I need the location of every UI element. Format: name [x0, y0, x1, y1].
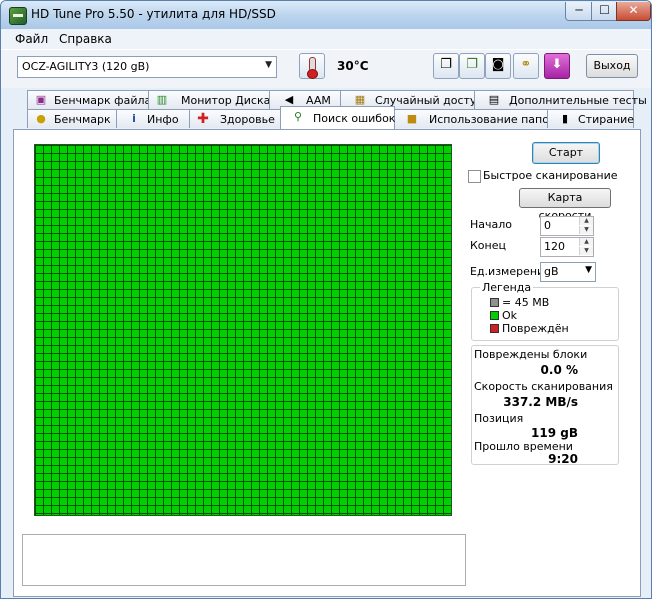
- speed-map-button[interactable]: Карта скорости: [519, 188, 611, 222]
- tab-label: Инфо: [147, 113, 179, 126]
- tab-label: Здоровье: [220, 113, 275, 126]
- speaker-icon: ◀: [284, 93, 294, 106]
- tab-info[interactable]: i Инфо: [116, 109, 190, 128]
- legend-group: Легенда = 45 MB Ok Повреждён: [471, 281, 619, 341]
- toolbar: OCZ-AGILITY3 (120 gB) ▼ 30°C ❐ ❐ ◙ ⚭ ⬇ В…: [1, 49, 651, 88]
- folder-icon: ■: [406, 112, 418, 125]
- legend-swatch-block: [490, 298, 499, 307]
- unit-label: Ед.измерения: [470, 265, 551, 278]
- minimize-button[interactable]: ─: [565, 2, 593, 21]
- copy-text-icon: ❐: [440, 57, 452, 72]
- position-label: Позиция: [474, 412, 524, 425]
- trash-icon: ▮: [561, 112, 569, 125]
- screenshot-button[interactable]: ◙: [485, 53, 511, 79]
- camera-icon: ◙: [491, 57, 505, 72]
- legend-swatch-ok: [490, 311, 499, 320]
- disk-monitor-icon: ▥: [156, 93, 168, 106]
- spin-down-icon[interactable]: ▼: [579, 247, 593, 255]
- legend-item-label: Ok: [502, 309, 518, 322]
- start-spinner[interactable]: 0 ▲ ▼: [540, 216, 594, 236]
- tab-label: Бенчмарк файла: [54, 94, 152, 107]
- temperature-value: 30°C: [337, 59, 369, 73]
- scan-speed-value: 337.2 MB/s: [503, 395, 578, 409]
- save-button[interactable]: ⬇: [544, 53, 570, 79]
- start-field-label: Начало: [470, 218, 513, 231]
- end-spinner-value: 120: [544, 240, 565, 253]
- block-map-grid: [34, 144, 452, 516]
- log-box[interactable]: [22, 534, 466, 586]
- info-icon: i: [132, 112, 136, 125]
- tab-file-benchmark[interactable]: ▣ Бенчмарк файла: [27, 90, 152, 109]
- extra-tests-icon: ▤: [488, 93, 500, 106]
- end-field-label: Конец: [470, 239, 506, 252]
- spin-up-icon[interactable]: ▲: [579, 217, 593, 225]
- legend-item-label: Повреждён: [502, 322, 569, 335]
- magnifier-icon: ⚲: [293, 110, 303, 123]
- tab-label: Поиск ошибок: [313, 112, 396, 125]
- tab-extra-tests[interactable]: ▤ Дополнительные тесты: [474, 90, 647, 109]
- options-button[interactable]: ⚭: [513, 53, 539, 79]
- menu-help[interactable]: Справка: [59, 32, 112, 46]
- quick-scan-checkbox[interactable]: [468, 170, 481, 183]
- tab-disk-monitor[interactable]: ▥ Монитор Диска: [148, 90, 270, 109]
- tab-benchmark[interactable]: ● Бенчмарк: [27, 109, 117, 128]
- menu-bar: Файл Справка: [1, 29, 651, 49]
- unit-select[interactable]: gB ▼: [540, 262, 596, 282]
- tab-label: Монитор Диска: [181, 94, 271, 107]
- legend-item-label: = 45 MB: [502, 296, 550, 309]
- title-bar[interactable]: HD Tune Pro 5.50 - утилита для HD/SSD ─ …: [1, 1, 651, 29]
- exit-button[interactable]: Выход: [586, 54, 638, 78]
- scan-stats-group: Повреждены блоки 0.0 % Скорость сканиров…: [471, 345, 619, 466]
- copy-text-button[interactable]: ❐: [433, 53, 459, 79]
- menu-file[interactable]: Файл: [15, 32, 48, 46]
- legend-swatch-damaged: [490, 324, 499, 333]
- spin-up-icon[interactable]: ▲: [579, 238, 593, 246]
- error-scan-panel: Старт Быстрое сканирование Карта скорост…: [13, 129, 641, 597]
- temperature-button[interactable]: [299, 53, 325, 79]
- link-icon: ⚭: [520, 57, 532, 72]
- random-access-icon: ▦: [354, 93, 366, 106]
- tab-health[interactable]: ✚ Здоровье: [189, 109, 281, 128]
- tab-label: Стирание: [578, 113, 635, 126]
- bulb-icon: ●: [36, 112, 46, 125]
- save-icon: ⬇: [551, 57, 563, 72]
- maximize-button[interactable]: ☐: [591, 2, 618, 21]
- window-title: HD Tune Pro 5.50 - утилита для HD/SSD: [31, 7, 276, 21]
- health-cross-icon: ✚: [197, 111, 209, 127]
- file-benchmark-icon: ▣: [35, 93, 47, 106]
- elapsed-value: 9:20: [548, 452, 578, 466]
- unit-select-value: gB: [544, 265, 559, 278]
- legend-title: Легенда: [480, 281, 534, 294]
- tab-label: Использование папок: [429, 113, 556, 126]
- quick-scan-label: Быстрое сканирование: [483, 169, 618, 182]
- start-button[interactable]: Старт: [532, 142, 600, 164]
- damaged-blocks-value: 0.0 %: [540, 363, 578, 377]
- close-button[interactable]: ✕: [616, 2, 651, 21]
- tab-label: Бенчмарк: [54, 113, 111, 126]
- tab-erase[interactable]: ▮ Стирание: [547, 109, 634, 128]
- drive-select-value: OCZ-AGILITY3 (120 gB): [22, 60, 150, 73]
- position-value: 119 gB: [531, 426, 578, 440]
- chevron-down-icon: ▼: [585, 265, 592, 275]
- app-icon: [9, 7, 27, 25]
- copy-screen-icon: ❐: [466, 57, 478, 72]
- tab-folder-usage[interactable]: ■ Использование папок: [394, 109, 556, 128]
- spin-down-icon[interactable]: ▼: [579, 226, 593, 234]
- start-spinner-value: 0: [544, 219, 551, 232]
- app-window: HD Tune Pro 5.50 - утилита для HD/SSD ─ …: [0, 0, 652, 599]
- chevron-down-icon: ▼: [265, 60, 272, 70]
- copy-screen-button[interactable]: ❐: [459, 53, 485, 79]
- scan-speed-label: Скорость сканирования: [474, 380, 613, 393]
- tab-label: Дополнительные тесты: [509, 94, 647, 107]
- thermometer-icon: [307, 57, 318, 79]
- end-spinner[interactable]: 120 ▲ ▼: [540, 237, 594, 257]
- damaged-blocks-label: Повреждены блоки: [474, 348, 588, 361]
- tab-error-scan[interactable]: ⚲ Поиск ошибок: [280, 106, 395, 129]
- drive-select[interactable]: OCZ-AGILITY3 (120 gB) ▼: [17, 56, 277, 78]
